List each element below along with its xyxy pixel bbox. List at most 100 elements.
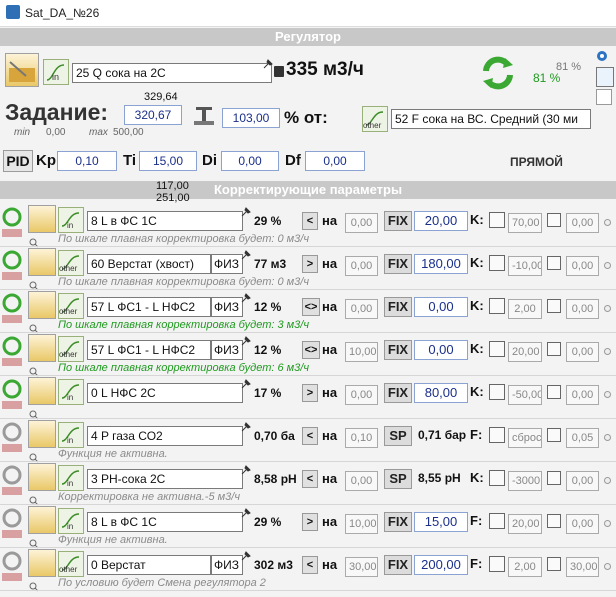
row-na-field[interactable]: 0,00 [345,299,378,319]
row-compare-button[interactable]: < [302,427,318,445]
task-value-field[interactable]: 320,67 [124,105,182,125]
row-trend-icon[interactable]: other [58,551,84,577]
row-curve-icon[interactable] [489,212,505,228]
row-pin-icon[interactable] [241,419,251,432]
row-channel-field[interactable]: 0 Верстат [87,555,211,575]
row-pin-icon[interactable] [241,333,251,346]
row-channel-field[interactable]: 57 L ФС1 - L НФС2 [87,297,211,317]
row-refresh-icon[interactable] [1,507,23,529]
row-tail-field[interactable]: 0,00 [566,342,599,362]
row-na-field[interactable]: 0,10 [345,428,378,448]
row-curve-icon[interactable] [489,427,505,443]
row-trend-icon[interactable]: other [58,336,84,362]
row-curve-icon[interactable] [489,341,505,357]
row-pin-icon[interactable] [241,247,251,260]
row-search-icon[interactable] [29,536,39,549]
row-na-field[interactable]: 30,00 [345,557,378,577]
row-trend-icon[interactable]: in [58,508,84,534]
row-compare-button[interactable]: > [302,255,318,273]
row-d-icon[interactable] [547,514,561,528]
row-list-icon[interactable] [2,229,22,237]
pid-button[interactable]: PID [3,150,33,172]
row-mode-button[interactable]: FIX [384,211,412,231]
row-curve-icon[interactable] [489,556,505,572]
scale-icon[interactable] [191,103,217,127]
refresh-green-icon[interactable] [478,53,518,93]
row-trend-icon[interactable]: in [58,379,84,405]
row-d-icon[interactable] [547,557,561,571]
row-search-icon[interactable] [29,579,39,592]
row-tank-icon[interactable] [28,549,56,577]
row-refresh-icon[interactable] [1,292,23,314]
row-k-field[interactable]: -3000,0 [508,471,542,491]
row-search-icon[interactable] [29,450,39,463]
source-trend-icon[interactable]: other [362,106,388,132]
row-pin-icon[interactable] [241,204,251,217]
row-trend-icon[interactable]: in [58,465,84,491]
row-set-field[interactable]: 200,00 [414,555,468,575]
row-channel-field[interactable]: 8 L в ФС 1С [87,211,243,231]
di-field[interactable]: 0,00 [221,151,279,171]
row-na-field[interactable]: 10,00 [345,514,378,534]
row-compare-button[interactable]: < [302,470,318,488]
pin-icon[interactable] [263,56,273,69]
row-k-field[interactable]: 2,00 [508,557,542,577]
row-search-icon[interactable] [29,364,39,377]
row-d-icon[interactable] [547,385,561,399]
row-tail-field[interactable]: 0,00 [566,385,599,405]
row-tank-icon[interactable] [28,248,56,276]
ratio-field[interactable]: 103,00 [222,108,280,128]
row-compare-button[interactable]: > [302,513,318,531]
row-mode-button[interactable]: FIX [384,254,412,274]
row-search-icon[interactable] [29,235,39,248]
aux-icon[interactable] [596,89,612,105]
row-tank-icon[interactable] [28,205,56,233]
row-k-field[interactable]: сброс [508,428,542,448]
row-d-icon[interactable] [547,213,561,227]
source-channel-field[interactable]: 52 F сока на ВС. Средний (30 ми [391,109,591,129]
row-channel-field[interactable]: 8 L в ФС 1С [87,512,243,532]
settings-gear-icon[interactable] [594,48,610,64]
row-channel-field[interactable]: 4 P газа СО2 [87,426,243,446]
row-d-icon[interactable] [547,471,561,485]
row-na-field[interactable]: 0,00 [345,213,378,233]
row-channel-field[interactable]: 3 PH-сока 2С [87,469,243,489]
row-tail-field[interactable]: 30,00 [566,557,599,577]
row-mode-button[interactable]: FIX [384,555,412,575]
row-na-field[interactable]: 10,00 [345,342,378,362]
row-na-field[interactable]: 0,00 [345,385,378,405]
row-list-icon[interactable] [2,573,22,581]
row-tank-icon[interactable] [28,506,56,534]
row-curve-icon[interactable] [489,384,505,400]
row-d-icon[interactable] [547,299,561,313]
chart-icon[interactable] [596,67,614,87]
row-phys-field[interactable]: ФИЗ [211,254,243,274]
row-tail-field[interactable]: 0,05 [566,428,599,448]
row-refresh-icon[interactable] [1,421,23,443]
row-compare-button[interactable]: > [302,384,318,402]
row-set-field[interactable]: 180,00 [414,254,468,274]
row-tail-field[interactable]: 0,00 [566,213,599,233]
row-list-icon[interactable] [2,444,22,452]
row-list-icon[interactable] [2,530,22,538]
row-refresh-icon[interactable] [1,335,23,357]
row-refresh-icon[interactable] [1,464,23,486]
row-compare-button[interactable]: <> [302,298,320,316]
row-d-icon[interactable] [547,428,561,442]
row-compare-button[interactable]: < [302,212,318,230]
row-channel-field[interactable]: 57 L ФС1 - L НФС2 [87,340,211,360]
row-curve-icon[interactable] [489,255,505,271]
row-tank-icon[interactable] [28,420,56,448]
row-na-field[interactable]: 0,00 [345,256,378,276]
row-list-icon[interactable] [2,315,22,323]
row-refresh-icon[interactable] [1,206,23,228]
row-phys-field[interactable]: ФИЗ [211,555,243,575]
row-compare-button[interactable]: < [302,556,318,574]
row-search-icon[interactable] [29,321,39,334]
row-k-field[interactable]: 2,00 [508,299,542,319]
row-phys-field[interactable]: ФИЗ [211,297,243,317]
row-refresh-icon[interactable] [1,550,23,572]
row-mode-button[interactable]: FIX [384,340,412,360]
row-tail-field[interactable]: 0,00 [566,299,599,319]
df-field[interactable]: 0,00 [305,151,365,171]
